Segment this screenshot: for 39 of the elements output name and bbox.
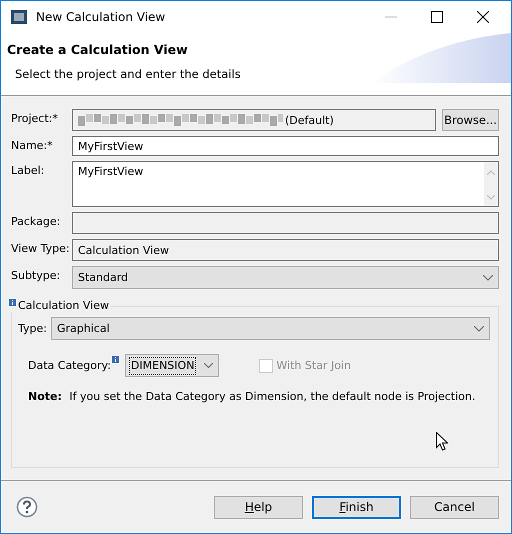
chevron-down-icon [474,326,484,332]
field-label: View Type: [11,241,68,255]
field-label: Subtype: [11,268,62,282]
dialog-button[interactable]: Cancel [410,496,499,518]
field-label: Type: [18,322,47,335]
data-category-dropdown[interactable]: DIMENSION [124,354,220,377]
note-text: If you set the Data Category as Dimension, the default node is Projection. [69,390,476,403]
note-label: Note: [28,390,62,403]
checkbox-label: With Star Join [276,359,351,372]
page-title: Create a Calculation View [7,41,189,57]
info-icon [9,299,16,306]
field-label: Data Category: [28,359,111,372]
label-field[interactable]: MyFirstView [72,161,499,207]
scroll-down-icon[interactable] [487,195,495,200]
info-icon [112,356,119,363]
close-icon[interactable] [477,11,489,23]
help-icon[interactable] [16,496,38,518]
app-icon [11,10,27,24]
scroll-up-icon[interactable] [487,170,495,175]
type-dropdown[interactable]: Graphical [50,317,490,340]
window-title: New Calculation View [36,10,166,24]
readonly-field: Calculation View [72,239,499,261]
field-label: Package: [11,214,62,228]
browse-button[interactable]: Browse... [442,109,499,131]
readonly-field: (Default) [72,109,436,131]
group-title: Calculation View [18,299,109,312]
chevron-down-icon [204,363,214,368]
field-label: Project:* [11,111,59,125]
field-label: Label: [11,163,46,177]
page-subtitle: Select the project and enter the details [14,66,242,81]
field-label: Name:* [11,138,54,152]
maximize-icon[interactable] [431,11,443,23]
scrollbar[interactable] [484,162,498,206]
cursor-icon [436,432,448,451]
dialog-button[interactable]: Help [214,496,303,518]
dialog-button[interactable]: Finish [312,496,401,518]
name-field[interactable]: MyFirstView [72,136,499,156]
chevron-down-icon [483,274,493,280]
subtype-dropdown[interactable]: Standard [72,266,499,289]
